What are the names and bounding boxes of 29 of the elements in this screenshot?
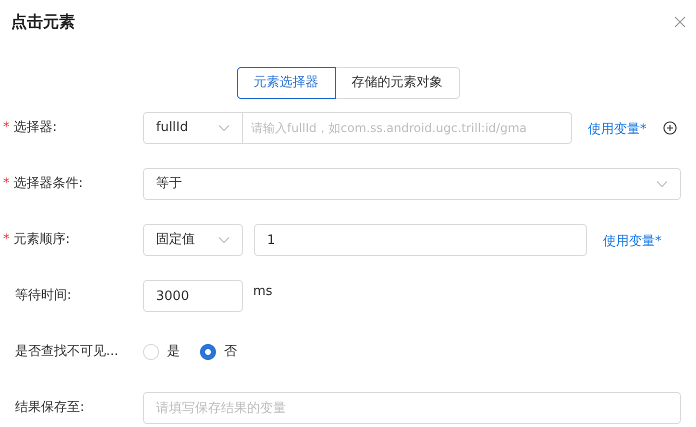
field-label: 是否查找不可见... — [15, 343, 118, 362]
field-label: 选择器: — [14, 119, 57, 138]
radio-option[interactable]: 否 — [200, 342, 237, 362]
type-select[interactable]: fullId — [144, 113, 243, 143]
field-label: 等待时间: — [15, 287, 72, 306]
order-input[interactable]: 1 — [254, 224, 587, 256]
wait-time-input[interactable]: 3000 — [143, 280, 243, 312]
use-variable-link[interactable]: 使用变量* — [588, 122, 646, 137]
field-label: 选择器条件: — [14, 175, 83, 194]
selector-field[interactable]: fullId 请输入fullId，如com.ss.android.ugc.trill:id/gma — [143, 112, 572, 144]
chevron-down-icon — [218, 236, 230, 244]
chevron-down-icon — [218, 124, 230, 132]
required-mark: * — [3, 231, 10, 250]
dialog-title: 点击元素 — [11, 11, 75, 33]
field-label: 元素顺序: — [14, 231, 70, 250]
close-icon[interactable] — [674, 16, 686, 28]
tab[interactable]: 元素选择器 — [236, 67, 336, 99]
use-variable-link[interactable]: 使用变量* — [603, 234, 662, 249]
field-label: 结果保存至: — [15, 399, 84, 418]
radio-option[interactable]: 是 — [143, 342, 180, 362]
tab[interactable]: 存储的元素对象 — [334, 67, 460, 99]
result-variable-input[interactable]: 请填写保存结果的变量 — [143, 392, 681, 424]
required-mark: * — [3, 119, 10, 138]
unit-label: ms — [253, 283, 272, 302]
required-mark: * — [3, 175, 10, 194]
select-field[interactable]: 等于 — [143, 168, 681, 200]
select-field[interactable]: 固定值 — [143, 224, 243, 256]
chevron-down-icon — [656, 180, 668, 188]
add-circle-icon[interactable] — [662, 121, 676, 135]
